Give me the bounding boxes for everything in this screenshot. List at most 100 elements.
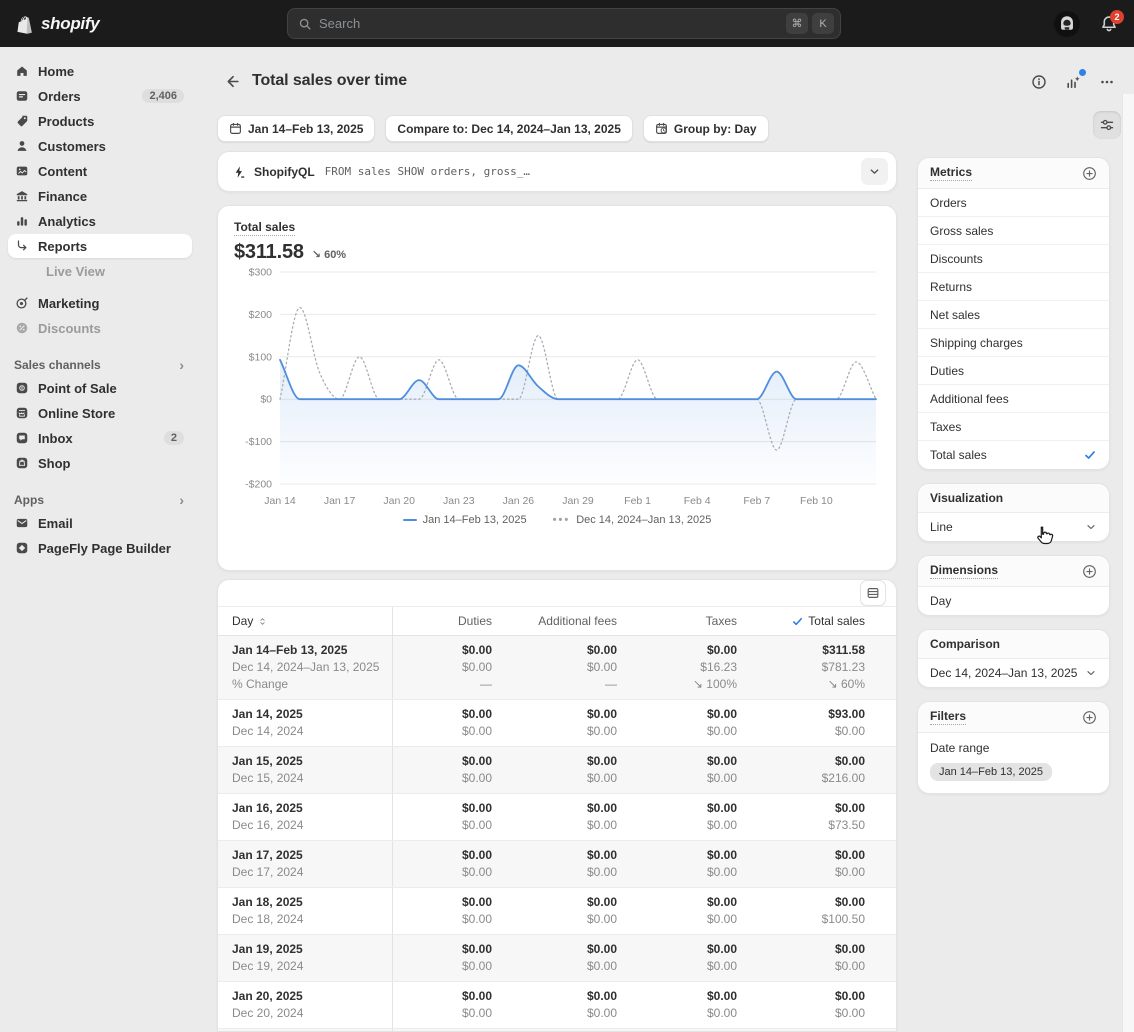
- table-row-jan-17-2025[interactable]: Jan 17, 2025Dec 17, 2024$0.00$0.00$0.00$…: [218, 841, 896, 888]
- sidebar-item-live-view[interactable]: Live View: [8, 259, 192, 283]
- filter-pill-jan-14-feb-13-2025[interactable]: Jan 14–Feb 13, 2025: [217, 115, 375, 142]
- svg-text:Jan 17: Jan 17: [324, 495, 356, 507]
- current-period-value: $0.00: [753, 800, 865, 817]
- filter-pill-group-by[interactable]: Group by: Day: [643, 115, 769, 142]
- sales-line-chart[interactable]: $300$200$100$0-$100-$200Jan 14Jan 17Jan …: [234, 264, 880, 512]
- table-row-jan-20-2025[interactable]: Jan 20, 2025Dec 20, 2024$0.00$0.00$0.00$…: [218, 982, 896, 1029]
- sidebar-item-online-store[interactable]: Online Store: [8, 401, 192, 425]
- sidebar-item-inbox[interactable]: Inbox2: [8, 426, 192, 450]
- notifications-button[interactable]: 2: [1100, 15, 1118, 33]
- add-filter-button[interactable]: [1082, 710, 1097, 725]
- sidebar-item-point-of-sale[interactable]: Point of Sale: [8, 376, 192, 400]
- value-cell: $0.00$0.00: [633, 794, 753, 840]
- inbox-icon: [14, 430, 30, 446]
- sidebar-item-finance[interactable]: Finance: [8, 184, 192, 208]
- value-cell: $0.00$0.00: [508, 982, 633, 1028]
- day-cell: Jan 14, 2025Dec 14, 2024: [218, 700, 393, 746]
- edit-panel-toggle-button[interactable]: [1093, 111, 1121, 139]
- sidebar-item-label: Point of Sale: [38, 381, 117, 396]
- visualization-panel-title: Visualization: [930, 491, 1003, 505]
- add-metric-button[interactable]: [1082, 166, 1097, 181]
- sidebar-item-shop[interactable]: Shop: [8, 451, 192, 475]
- chevron-down-icon: [1085, 667, 1097, 679]
- shopifyql-bar[interactable]: ShopifyQL FROM sales SHOW orders, gross_…: [217, 151, 897, 192]
- filter-pill-compare-to[interactable]: Compare to: Dec 14, 2024–Jan 13, 2025: [385, 115, 632, 142]
- sidebar-section-sales-channels[interactable]: Sales channels›: [8, 354, 192, 376]
- previous-period-value: $0.00: [393, 770, 492, 787]
- table-row-jan-19-2025[interactable]: Jan 19, 2025Dec 19, 2024$0.00$0.00$0.00$…: [218, 935, 896, 982]
- current-period-value: $0.00: [393, 706, 492, 723]
- svg-text:Jan 29: Jan 29: [562, 495, 594, 507]
- previous-period-value: $0.00: [633, 1005, 737, 1022]
- table-row-jan-18-2025[interactable]: Jan 18, 2025Dec 18, 2024$0.00$0.00$0.00$…: [218, 888, 896, 935]
- table-row-summary[interactable]: Jan 14–Feb 13, 2025Dec 14, 2024–Jan 13, …: [218, 636, 896, 700]
- current-period-value: $0.00: [508, 941, 617, 958]
- insights-button[interactable]: [1059, 68, 1087, 96]
- sidebar-item-analytics[interactable]: Analytics: [8, 209, 192, 233]
- sidebar-item-orders[interactable]: Orders2,406: [8, 84, 192, 108]
- scrollbar-track[interactable]: [1122, 94, 1134, 1032]
- previous-period-value: Dec 16, 2024: [232, 817, 376, 834]
- metric-label: Taxes: [930, 420, 961, 434]
- value-cell: $0.00$216.00: [753, 747, 881, 793]
- sidebar-section-apps[interactable]: Apps›: [8, 489, 192, 511]
- column-header-total-sales[interactable]: Total sales: [753, 607, 881, 635]
- plus-circle-icon: [1082, 564, 1097, 579]
- info-button[interactable]: [1025, 68, 1053, 96]
- shopifyql-expand-button[interactable]: [861, 158, 888, 185]
- chart-metric-label[interactable]: Total sales: [234, 220, 295, 236]
- previous-period-value: Dec 17, 2024: [232, 864, 376, 881]
- chart-change-badge: ↘ 60%: [312, 248, 346, 261]
- sidebar-item-home[interactable]: Home: [8, 59, 192, 83]
- date-range-filter-pill[interactable]: Jan 14–Feb 13, 2025: [930, 763, 1052, 781]
- visualization-select[interactable]: Line: [918, 513, 1109, 541]
- table-row-jan-16-2025[interactable]: Jan 16, 2025Dec 16, 2024$0.00$0.00$0.00$…: [218, 794, 896, 841]
- sidebar-item-marketing[interactable]: Marketing: [8, 291, 192, 315]
- more-actions-button[interactable]: [1093, 68, 1121, 96]
- metric-item-gross-sales[interactable]: Gross sales: [918, 217, 1109, 245]
- filter-pills-row: Jan 14–Feb 13, 2025 Compare to: Dec 14, 2…: [217, 115, 897, 142]
- sidebar-item-content[interactable]: Content: [8, 159, 192, 183]
- comparison-select[interactable]: Dec 14, 2024–Jan 13, 2025: [918, 659, 1109, 687]
- table-view-button[interactable]: [860, 580, 886, 606]
- metric-item-additional-fees[interactable]: Additional fees: [918, 385, 1109, 413]
- metric-item-duties[interactable]: Duties: [918, 357, 1109, 385]
- back-arrow-icon: [223, 73, 240, 90]
- metric-item-total-sales[interactable]: Total sales: [918, 441, 1109, 469]
- user-avatar[interactable]: [1054, 11, 1080, 37]
- metric-item-taxes[interactable]: Taxes: [918, 413, 1109, 441]
- metric-item-shipping-charges[interactable]: Shipping charges: [918, 329, 1109, 357]
- sidebar-item-products[interactable]: Products: [8, 109, 192, 133]
- current-period-value: $311.58: [753, 642, 865, 659]
- table-row-jan-14-2025[interactable]: Jan 14, 2025Dec 14, 2024$0.00$0.00$0.00$…: [218, 700, 896, 747]
- metric-label: Additional fees: [930, 392, 1009, 406]
- metrics-panel-title: Metrics: [930, 165, 972, 181]
- sidebar-item-reports[interactable]: Reports: [8, 234, 192, 258]
- previous-period-value: $0.00: [393, 864, 492, 881]
- shopify-logo[interactable]: shopify: [14, 13, 99, 35]
- dimension-item-day[interactable]: Day: [918, 587, 1109, 615]
- metric-item-orders[interactable]: Orders: [918, 189, 1109, 217]
- k-key-badge: K: [812, 13, 834, 34]
- svg-text:-$100: -$100: [245, 436, 272, 448]
- sidebar-item-customers[interactable]: Customers: [8, 134, 192, 158]
- metric-item-net-sales[interactable]: Net sales: [918, 301, 1109, 329]
- previous-period-value: $0.00: [508, 1005, 617, 1022]
- global-search[interactable]: ⌘ K: [287, 8, 841, 39]
- column-header-day[interactable]: Day: [218, 607, 393, 635]
- svg-text:Feb 10: Feb 10: [800, 495, 833, 507]
- metric-item-discounts[interactable]: Discounts: [918, 245, 1109, 273]
- sidebar-item-label: Orders: [38, 89, 81, 104]
- table-row-jan-15-2025[interactable]: Jan 15, 2025Dec 15, 2024$0.00$0.00$0.00$…: [218, 747, 896, 794]
- current-period-value: $0.00: [633, 706, 737, 723]
- sidebar-item-pagefly-page-builder[interactable]: PageFly Page Builder: [8, 536, 192, 560]
- search-input[interactable]: [319, 16, 782, 31]
- sidebar-item-discounts[interactable]: Discounts: [8, 316, 192, 340]
- sidebar-item-email[interactable]: Email: [8, 511, 192, 535]
- svg-text:$0: $0: [260, 394, 272, 406]
- back-button[interactable]: [217, 67, 245, 95]
- metric-item-returns[interactable]: Returns: [918, 273, 1109, 301]
- shopify-bag-icon: [14, 13, 36, 35]
- add-dimension-button[interactable]: [1082, 564, 1097, 579]
- day-cell: Jan 14–Feb 13, 2025Dec 14, 2024–Jan 13, …: [218, 636, 393, 699]
